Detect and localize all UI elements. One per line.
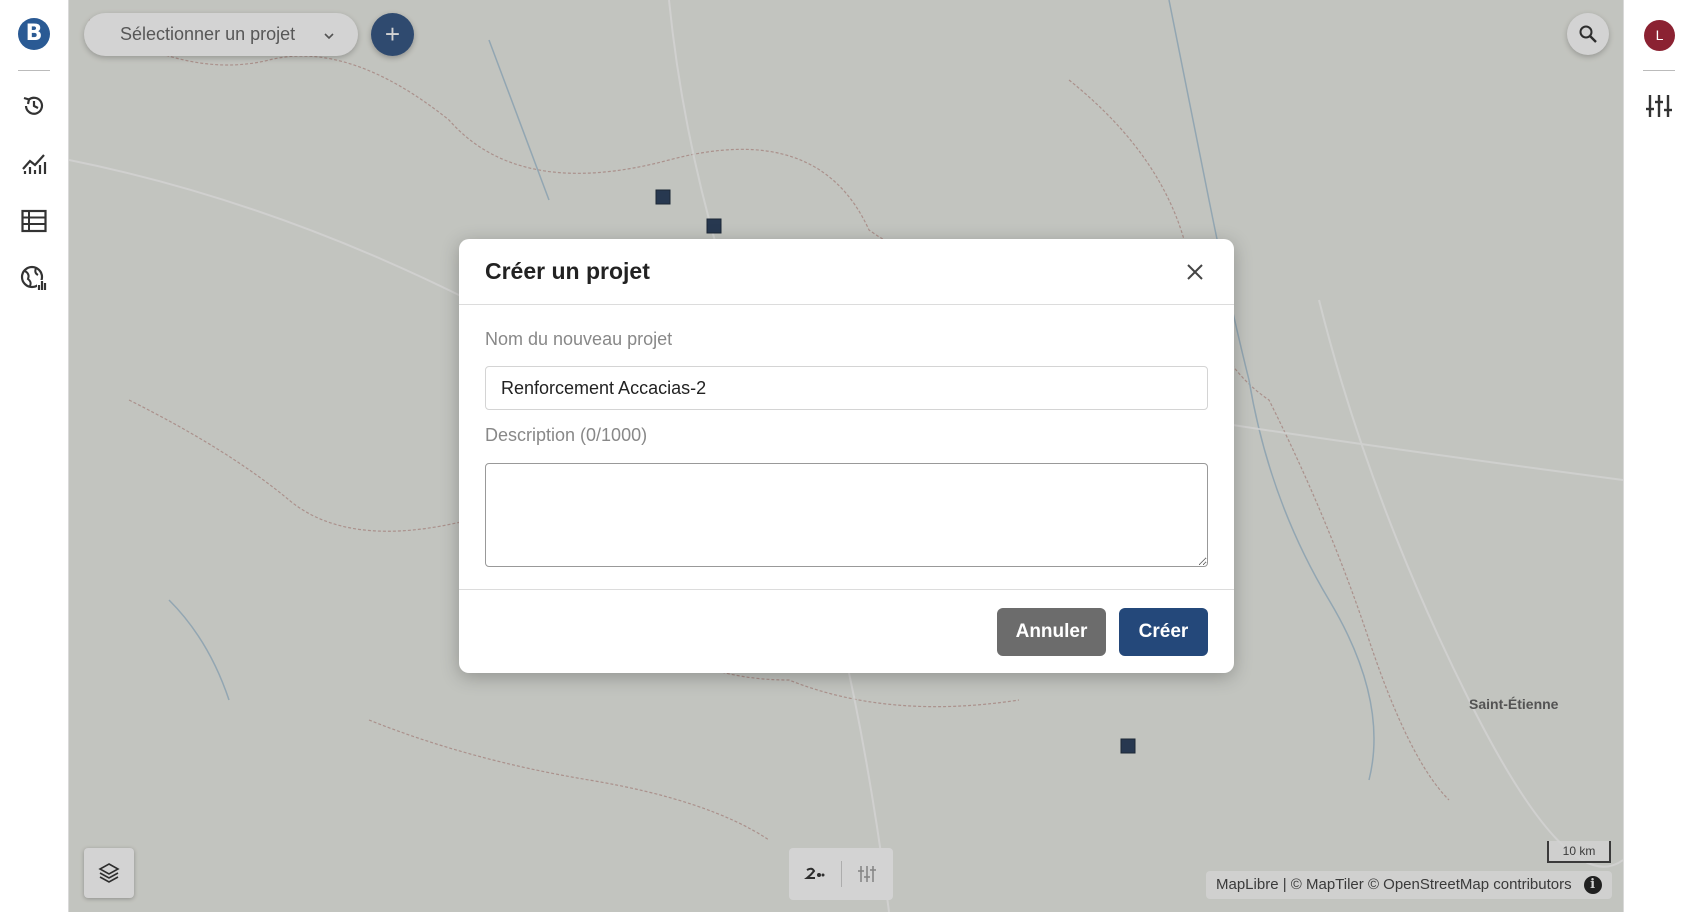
app-logo[interactable]: B — [18, 18, 50, 50]
filter-settings-button[interactable] — [1644, 92, 1674, 120]
dialog-header: Créer un projet — [459, 239, 1234, 305]
description-label: Description (0/1000) — [485, 425, 648, 445]
chart-line-icon — [22, 154, 47, 174]
sliders-icon — [1646, 95, 1672, 117]
cancel-button[interactable]: Annuler — [997, 608, 1106, 656]
create-button[interactable]: Créer — [1119, 608, 1208, 656]
sidebar-divider — [1643, 70, 1675, 71]
project-name-label: Nom du nouveau projet — [485, 329, 673, 349]
dialog-footer: Annuler Créer — [459, 589, 1234, 673]
history-icon — [23, 96, 44, 115]
sidebar-divider — [18, 70, 50, 71]
close-icon — [1187, 264, 1203, 280]
sidebar-right: L — [1623, 0, 1693, 912]
table-list-icon — [21, 209, 47, 233]
sidebar-item-analytics[interactable] — [18, 148, 50, 180]
sidebar-left: B — [0, 0, 69, 912]
create-project-dialog: Créer un projet Nom du nouveau projet De… — [459, 239, 1234, 673]
description-textarea[interactable] — [485, 463, 1208, 567]
sidebar-item-history[interactable] — [18, 90, 50, 122]
avatar[interactable]: L — [1644, 20, 1675, 51]
dialog-title: Créer un projet — [485, 258, 650, 284]
project-name-input[interactable] — [485, 366, 1208, 410]
sidebar-item-map-stats[interactable] — [18, 262, 50, 294]
close-button[interactable] — [1182, 259, 1208, 285]
sidebar-item-table[interactable] — [18, 205, 50, 237]
globe-chart-icon — [20, 265, 47, 291]
